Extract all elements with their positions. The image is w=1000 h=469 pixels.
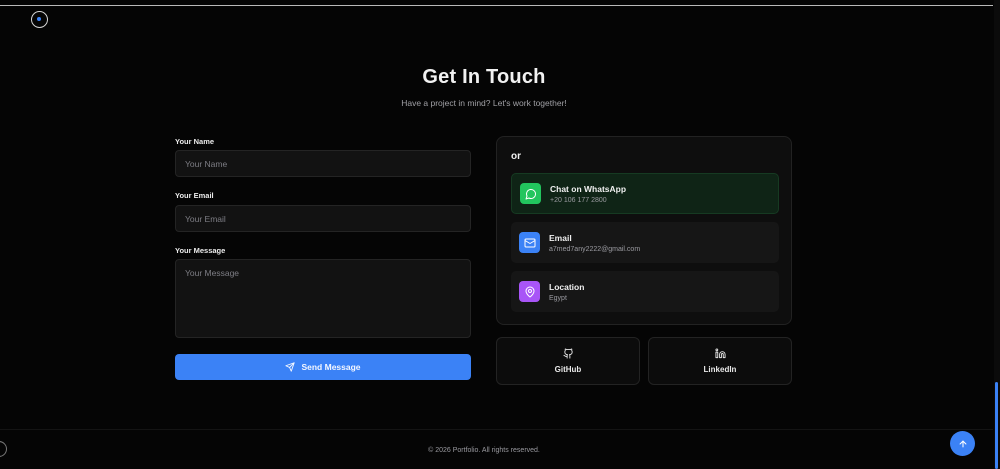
linkedin-link[interactable]: LinkedIn	[648, 337, 792, 385]
or-label: or	[511, 151, 521, 162]
email-address: a7med7any2222@gmail.com	[549, 245, 641, 253]
footer-divider	[0, 429, 993, 430]
location-card[interactable]: Location Egypt	[511, 271, 779, 312]
cursor-ring-icon	[31, 11, 48, 28]
send-message-button[interactable]: Send Message	[175, 354, 471, 380]
message-textarea[interactable]	[175, 259, 471, 338]
send-icon	[285, 362, 296, 372]
linkedin-icon	[714, 348, 726, 359]
location-value: Egypt	[549, 294, 567, 302]
message-label: Your Message	[175, 246, 226, 255]
github-link[interactable]: GitHub	[496, 337, 640, 385]
whatsapp-title: Chat on WhatsApp	[550, 183, 627, 194]
scrollbar-thumb[interactable]	[995, 382, 998, 469]
location-title: Location	[549, 281, 585, 292]
email-card[interactable]: Email a7med7any2222@gmail.com	[511, 222, 779, 263]
contact-panel: or Chat on WhatsApp +20 106 177 2800 Ema…	[496, 136, 792, 325]
email-title: Email	[549, 232, 572, 243]
page-subtitle: Have a project in mind? Let's work toget…	[401, 98, 567, 108]
arrow-up-icon	[959, 440, 966, 447]
linkedin-label: LinkedIn	[703, 365, 737, 374]
map-pin-icon	[519, 281, 540, 302]
name-label: Your Name	[175, 137, 215, 146]
whatsapp-number: +20 106 177 2800	[550, 196, 607, 204]
name-input[interactable]	[175, 150, 471, 177]
email-input[interactable]	[175, 205, 471, 232]
top-divider	[0, 5, 993, 6]
github-icon	[562, 348, 573, 359]
send-message-label: Send Message	[301, 362, 361, 372]
whatsapp-card[interactable]: Chat on WhatsApp +20 106 177 2800	[511, 173, 779, 214]
back-to-top-button[interactable]	[950, 431, 975, 456]
footer-copyright: © 2026 Portfolio. All rights reserved.	[428, 447, 540, 454]
github-label: GitHub	[554, 365, 582, 374]
email-label: Your Email	[175, 191, 214, 200]
whatsapp-icon	[520, 183, 541, 204]
page-title: Get In Touch	[422, 66, 546, 88]
mail-icon	[519, 232, 540, 253]
